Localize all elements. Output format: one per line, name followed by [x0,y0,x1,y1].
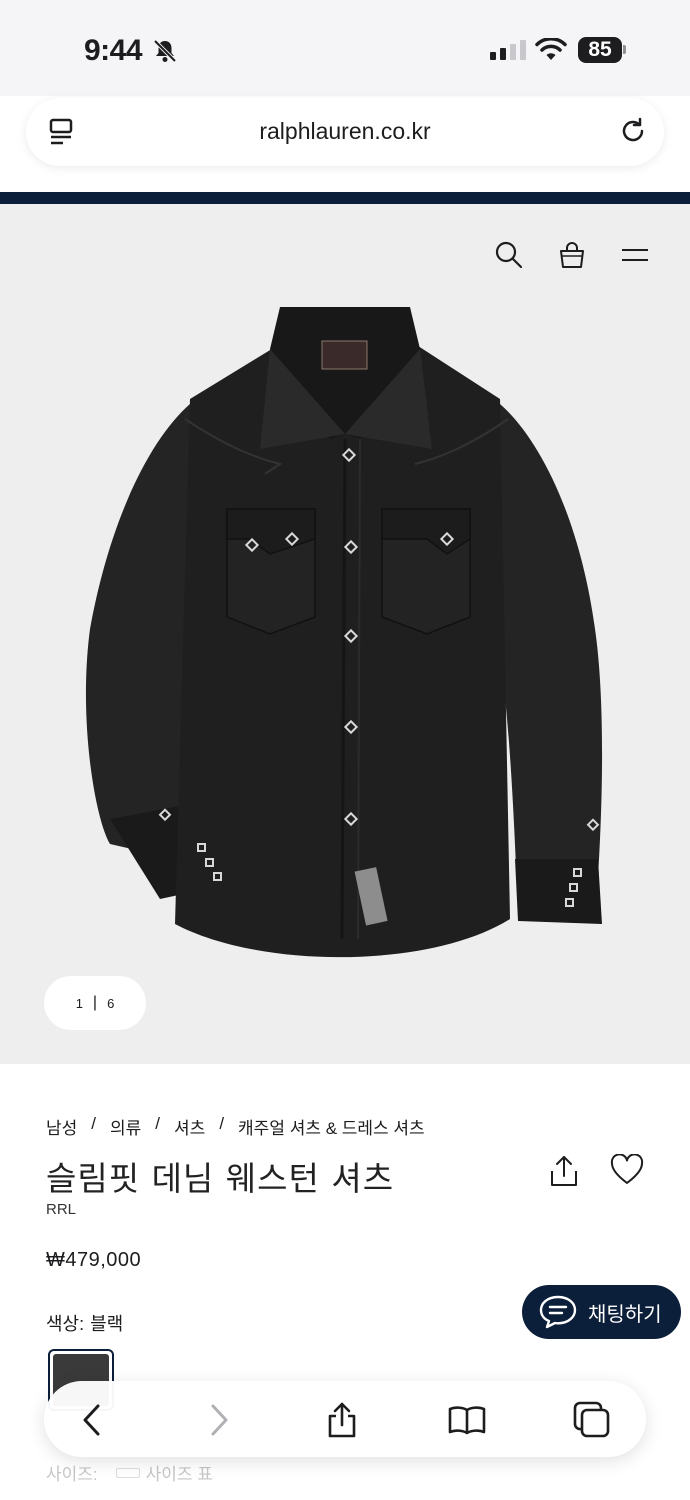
breadcrumb-separator: / [219,1114,225,1133]
pager-current: 1 [75,995,83,1011]
share-icon[interactable] [548,1154,580,1188]
tabs-button[interactable] [572,1400,612,1440]
product-price: ₩479,000 [46,1249,142,1271]
bell-slash-icon [153,39,177,63]
size-row: 사이즈: 사이즈 표 [46,1460,213,1485]
size-chart-link[interactable]: 사이즈 표 [115,1460,213,1485]
bookmarks-icon [448,1406,486,1435]
size-chart-label: 사이즈 표 [145,1465,213,1484]
product-brand[interactable]: RRL [46,1201,76,1218]
heart-icon[interactable] [610,1154,644,1186]
product-title: 슬림핏 데님 웨스턴 셔츠 [46,1159,395,1198]
size-label: 사이즈: [46,1465,98,1484]
back-button[interactable] [72,1400,112,1440]
breadcrumb: 남성 / 의류 / 셔츠 / 캐주얼 셔츠 & 드레스 셔츠 [46,1114,425,1139]
share-icon [328,1402,356,1438]
menu-icon[interactable] [620,244,650,266]
chat-icon [539,1295,577,1329]
color-label: 색상: 블랙 [46,1310,123,1336]
battery-tip [623,45,626,54]
tabs-icon [573,1401,610,1438]
search-icon[interactable] [494,240,524,270]
battery-indicator: 85 [578,37,622,63]
chat-button[interactable]: 채팅하기 [522,1285,681,1339]
bookmarks-button[interactable] [447,1400,487,1440]
image-pager: 1 | 6 [44,976,146,1030]
pager-total: 6 [107,995,115,1011]
breadcrumb-item-shirts[interactable]: 셔츠 [174,1114,205,1139]
product-image [85,307,603,958]
share-button[interactable] [322,1400,362,1440]
forward-icon [211,1404,228,1436]
color-label-key: 색상: [46,1314,85,1334]
forward-button[interactable] [199,1400,239,1440]
breadcrumb-separator: / [155,1114,161,1133]
browser-toolbar [44,1381,646,1457]
status-time: 9:44 [84,34,143,67]
reload-icon[interactable] [618,116,648,146]
pager-separator: | [92,994,98,1011]
url-text[interactable]: ralphlauren.co.kr [26,118,664,145]
site-header-strip [0,192,690,204]
bag-icon[interactable] [558,240,586,270]
status-bar: 9:44 85 ralphlauren.co.kr [0,0,690,166]
signal-icon [490,40,526,60]
chat-button-label: 채팅하기 [588,1303,662,1326]
color-label-value: 블랙 [90,1314,124,1334]
breadcrumb-separator: / [91,1114,97,1133]
address-bar[interactable]: ralphlauren.co.kr [26,98,664,166]
breadcrumb-item-casual-dress-shirts[interactable]: 캐주얼 셔츠 & 드레스 셔츠 [238,1114,425,1139]
breadcrumb-item-men[interactable]: 남성 [46,1114,77,1139]
back-icon [83,1404,100,1436]
ruler-icon [115,1467,140,1478]
wifi-icon [535,38,567,60]
breadcrumb-item-clothing[interactable]: 의류 [110,1114,141,1139]
product-image-gallery[interactable]: 1 | 6 [0,204,690,1064]
